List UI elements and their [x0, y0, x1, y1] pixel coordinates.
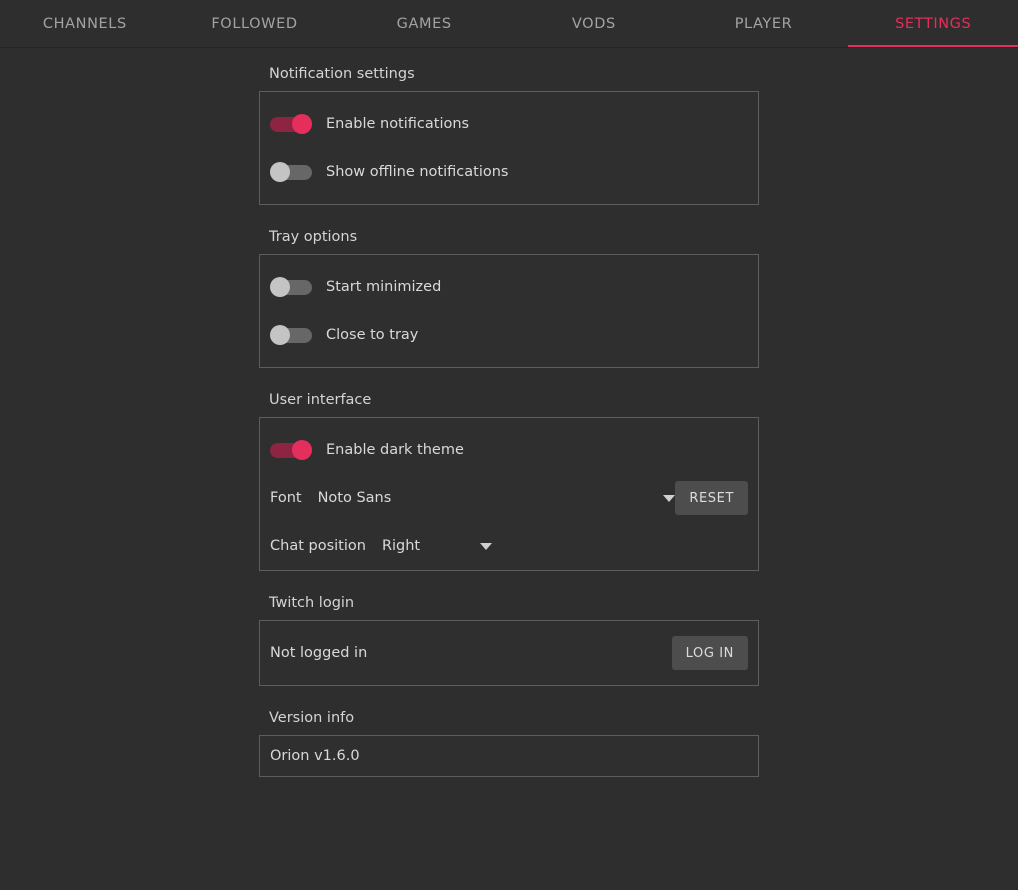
show-offline-notifications-row: Show offline notifications	[270, 148, 748, 196]
font-row: Font Noto Sans RESET	[270, 474, 748, 522]
tab-vods-label: VODS	[571, 15, 616, 32]
tab-followed-label: FOLLOWED	[211, 15, 298, 32]
font-select[interactable]: Noto Sans	[318, 490, 676, 506]
reset-button-wrapper: RESET	[675, 481, 748, 515]
tray-options-heading: Tray options	[269, 229, 358, 245]
notification-settings-panel: Enable notifications Show offline notifi…	[259, 91, 759, 205]
toggle-knob	[270, 277, 290, 297]
tab-settings-label: SETTINGS	[895, 15, 972, 32]
login-status: Not logged in	[270, 645, 368, 661]
version-info-panel: Orion v1.6.0	[259, 735, 759, 777]
tab-games[interactable]: GAMES	[339, 0, 509, 47]
chevron-down-icon	[479, 542, 492, 550]
reset-font-button[interactable]: RESET	[675, 481, 748, 515]
show-offline-notifications-toggle[interactable]	[270, 162, 312, 182]
dark-theme-label: Enable dark theme	[326, 442, 464, 458]
twitch-login-heading: Twitch login	[269, 595, 355, 611]
toggle-knob	[292, 440, 312, 460]
twitch-login-panel: Not logged in LOG IN	[259, 620, 759, 686]
tab-followed[interactable]: FOLLOWED	[170, 0, 340, 47]
tab-player[interactable]: PLAYER	[679, 0, 849, 47]
chat-position-label: Chat position	[270, 538, 366, 554]
tab-channels[interactable]: CHANNELS	[0, 0, 170, 47]
user-interface-panel: Enable dark theme Font Noto Sans RESET C…	[259, 417, 759, 571]
version-row: Orion v1.6.0	[270, 736, 748, 776]
tab-games-label: GAMES	[396, 15, 452, 32]
log-in-button[interactable]: LOG IN	[671, 636, 748, 670]
tray-options-panel: Start minimized Close to tray	[259, 254, 759, 368]
login-row: Not logged in LOG IN	[270, 621, 748, 685]
font-label: Font	[270, 490, 302, 506]
chat-position-value: Right	[381, 538, 421, 554]
settings-column: Notification settings Enable notificatio…	[259, 66, 759, 777]
close-to-tray-toggle[interactable]	[270, 325, 312, 345]
chevron-down-icon	[663, 494, 676, 502]
toggle-knob	[292, 114, 312, 134]
enable-notifications-label: Enable notifications	[326, 116, 470, 132]
font-select-value: Noto Sans	[317, 490, 392, 506]
show-offline-notifications-label: Show offline notifications	[326, 164, 509, 180]
enable-notifications-toggle[interactable]	[270, 114, 312, 134]
tab-settings[interactable]: SETTINGS	[848, 0, 1018, 47]
enable-notifications-row: Enable notifications	[270, 100, 748, 148]
start-minimized-label: Start minimized	[326, 279, 442, 295]
user-interface-heading: User interface	[269, 392, 372, 408]
notification-settings-heading: Notification settings	[269, 66, 415, 82]
dark-theme-toggle[interactable]	[270, 440, 312, 460]
main-tab-bar: CHANNELS FOLLOWED GAMES VODS PLAYER SETT…	[0, 0, 1018, 48]
chat-position-select[interactable]: Right	[382, 538, 492, 554]
tab-vods[interactable]: VODS	[509, 0, 679, 47]
start-minimized-row: Start minimized	[270, 263, 748, 311]
toggle-knob	[270, 325, 290, 345]
version-info-heading: Version info	[269, 710, 355, 726]
dark-theme-row: Enable dark theme	[270, 426, 748, 474]
tab-channels-label: CHANNELS	[42, 15, 127, 32]
close-to-tray-row: Close to tray	[270, 311, 748, 359]
toggle-knob	[270, 162, 290, 182]
chat-position-row: Chat position Right	[270, 522, 748, 570]
close-to-tray-label: Close to tray	[326, 327, 419, 343]
tab-player-label: PLAYER	[734, 15, 793, 32]
settings-content: Notification settings Enable notificatio…	[0, 48, 1018, 777]
version-value: Orion v1.6.0	[270, 748, 360, 764]
start-minimized-toggle[interactable]	[270, 277, 312, 297]
